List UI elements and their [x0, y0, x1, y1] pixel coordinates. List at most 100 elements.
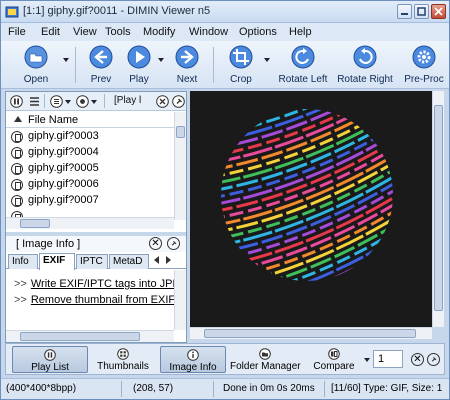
crop-button[interactable]: Crop [223, 44, 259, 86]
play-list-label: Play List [31, 362, 69, 373]
close-image-info-icon[interactable]: ✕ [149, 237, 162, 250]
prev-button[interactable]: Prev [83, 44, 119, 86]
tab-metadata[interactable]: MetaD [109, 254, 149, 269]
pin-icon[interactable] [172, 95, 185, 108]
open-dropdown-arrow[interactable] [63, 58, 69, 62]
minimize-icon [401, 13, 408, 15]
minimize-button[interactable] [397, 4, 412, 19]
list-item[interactable]: giphy.gif?0006 [6, 177, 174, 193]
menu-help[interactable]: Help [289, 26, 312, 38]
menu-tools[interactable]: Tools [105, 26, 131, 38]
toolbar-separator [213, 47, 214, 83]
tab-iptc[interactable]: IPTC [76, 254, 108, 269]
file-icon [11, 147, 23, 159]
file-name-column-header[interactable]: File Name [28, 114, 78, 126]
app-window: [1:1] giphy.gif?0011 - DIMIN Viewer n5 F… [0, 0, 450, 400]
list-view-icon[interactable] [50, 95, 63, 108]
menu-file[interactable]: File [8, 26, 26, 38]
tab-scroll-left-arrow[interactable] [154, 256, 159, 264]
arrow-left-icon [89, 45, 113, 69]
sphere-stripe [221, 274, 393, 281]
menu-edit[interactable]: Edit [41, 26, 60, 38]
compare-count-field[interactable]: 1 [373, 350, 403, 368]
scrollbar-thumb[interactable] [434, 105, 443, 311]
list-item[interactable]: giphy.gif?0003 [6, 129, 174, 145]
app-icon [5, 6, 19, 18]
file-list-vertical-scrollbar[interactable] [174, 112, 186, 220]
play-label: Play [129, 74, 149, 85]
scrollbar-thumb[interactable] [204, 329, 416, 338]
list-item[interactable]: giphy.gif?0004 [6, 145, 174, 161]
toolbar-separator [44, 94, 45, 108]
list-item[interactable] [6, 209, 174, 217]
scrollbar-thumb[interactable] [20, 219, 50, 228]
open-button[interactable]: Open [13, 44, 59, 86]
file-list-horizontal-scrollbar[interactable] [6, 217, 174, 229]
viewer-horizontal-scrollbar[interactable] [190, 327, 432, 339]
compare-icon [328, 348, 340, 360]
pin-icon[interactable] [167, 237, 180, 250]
rotate-right-label: Rotate Right [337, 74, 393, 85]
toolbar-separator [75, 47, 76, 83]
scrollbar-thumb[interactable] [20, 332, 140, 341]
status-separator [324, 381, 325, 397]
target-dropdown-arrow[interactable] [91, 100, 97, 104]
status-file-info: [11/60] Type: GIF, Size: 1 [331, 383, 443, 394]
menu-modify[interactable]: Modify [143, 26, 175, 38]
maximize-button[interactable] [414, 4, 429, 19]
menu-options[interactable]: Options [239, 26, 277, 38]
pause-icon[interactable] [10, 95, 23, 108]
rotate-left-icon [291, 45, 315, 69]
view-dropdown-arrow[interactable] [65, 100, 71, 104]
status-timing: Done in 0m 0s 20ms [223, 383, 315, 394]
open-label: Open [23, 74, 49, 85]
image-info-horizontal-scrollbar[interactable] [6, 330, 174, 342]
tab-scroll-right-arrow[interactable] [166, 256, 171, 264]
rotate-right-button[interactable]: Rotate Right [335, 44, 395, 86]
play-dropdown-arrow[interactable] [158, 58, 164, 62]
crop-dropdown-arrow[interactable] [264, 58, 270, 62]
menu-window[interactable]: Window [189, 26, 228, 38]
tab-exif[interactable]: EXIF [39, 253, 75, 270]
tab-info[interactable]: Info [8, 254, 38, 269]
open-folder-icon [24, 45, 48, 69]
compare-dropdown-arrow[interactable] [364, 358, 370, 362]
folder-manager-button[interactable]: Folder Manager [230, 346, 301, 373]
scrollbar-thumb[interactable] [176, 126, 185, 138]
target-icon[interactable] [76, 95, 89, 108]
close-panel-icon[interactable]: ✕ [411, 353, 424, 366]
title-bar[interactable]: [1:1] giphy.gif?0011 - DIMIN Viewer n5 [1, 1, 449, 23]
panel-switcher: Play List Thumbnails Image Info Folder M… [5, 343, 445, 375]
close-panel-icon[interactable] [156, 95, 169, 108]
next-label: Next [176, 74, 198, 85]
list-item[interactable]: giphy.gif?0007 [6, 193, 174, 209]
file-list-header[interactable]: File Name [6, 112, 174, 128]
sphere-stripe [221, 267, 393, 281]
play-list-toolbar: [Play l [6, 92, 186, 111]
play-button[interactable]: Play [121, 44, 157, 86]
menu-view[interactable]: View [73, 26, 97, 38]
list-icon[interactable] [28, 95, 41, 108]
sphere-stripe [221, 239, 393, 281]
rotate-left-button[interactable]: Rotate Left [275, 44, 331, 86]
write-exif-link[interactable]: Write EXIF/IPTC tags into JPE [31, 278, 174, 290]
close-icon [434, 7, 443, 16]
file-icon [11, 163, 23, 175]
viewer-vertical-scrollbar[interactable] [432, 91, 444, 327]
toolbar: Open Prev Play Next Crop Rotate Left Rot… [1, 41, 449, 89]
preproc-button[interactable]: Pre-Proc [401, 44, 447, 86]
striped-sphere [221, 109, 393, 281]
list-item[interactable]: giphy.gif?0005 [6, 161, 174, 177]
file-name: giphy.gif?0005 [28, 162, 99, 174]
pin-icon[interactable] [427, 353, 440, 366]
image-viewer[interactable] [190, 91, 432, 327]
remove-thumbnail-link[interactable]: Remove thumbnail from EXIF [31, 294, 174, 306]
play-list-button[interactable]: Play List [12, 346, 88, 373]
next-button[interactable]: Next [169, 44, 205, 86]
gear-icon [412, 45, 436, 69]
image-info-button[interactable]: Image Info [160, 346, 226, 373]
compare-button[interactable]: Compare [304, 346, 364, 373]
close-window-button[interactable] [431, 4, 446, 19]
thumbnails-button[interactable]: Thumbnails [90, 346, 156, 373]
image-info-vertical-scrollbar[interactable] [174, 270, 186, 330]
